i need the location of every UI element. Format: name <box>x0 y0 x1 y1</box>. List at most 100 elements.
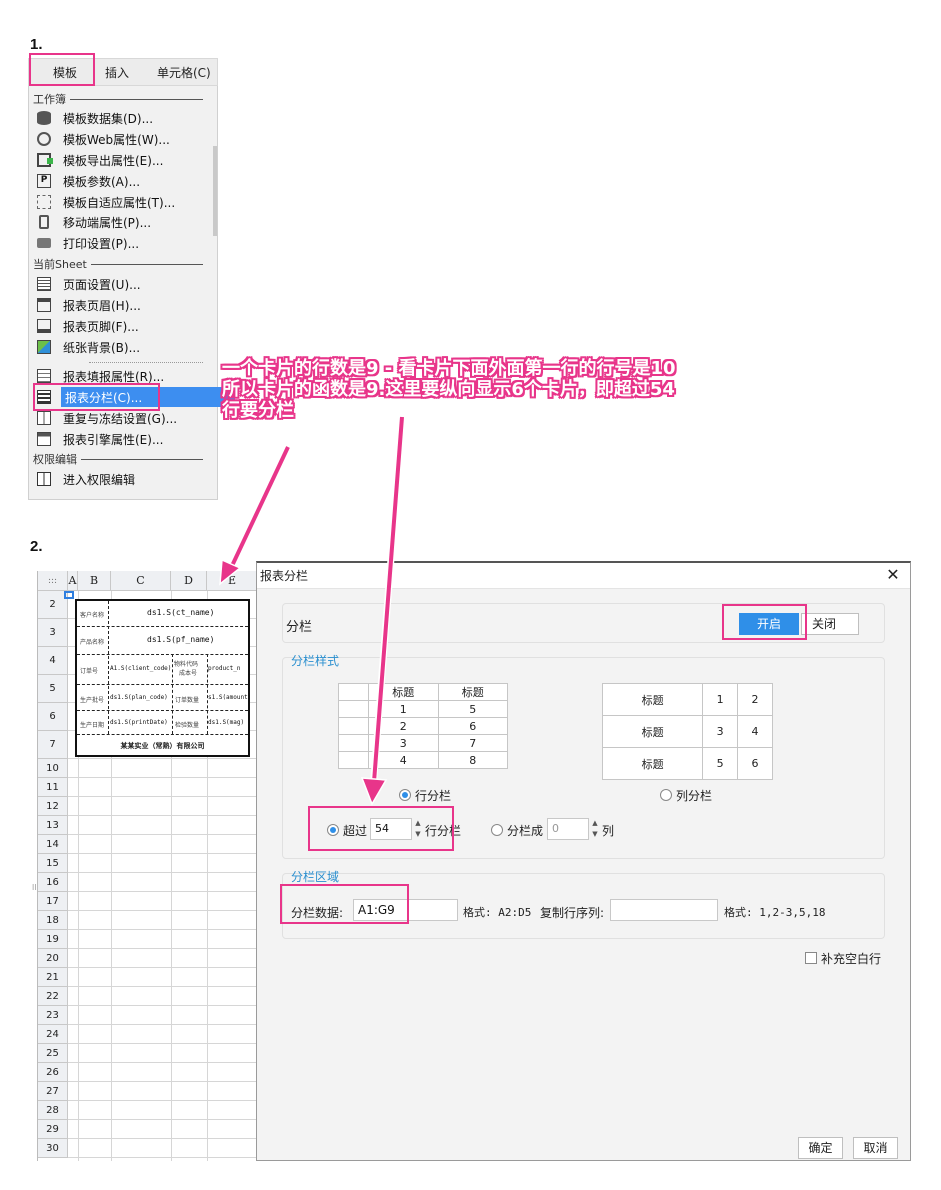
menu-item-freeze[interactable]: 重复与冻结设置(G)... <box>37 408 209 428</box>
card-label: 生产批号 <box>80 697 105 704</box>
menu-item-web-props[interactable]: 模板Web属性(W)... <box>37 129 209 149</box>
card-value: ds1.S(mag) <box>208 719 245 726</box>
style-section-title: 分栏样式 <box>291 654 340 668</box>
row-header[interactable]: 30 <box>38 1139 68 1158</box>
row-header[interactable]: 24 <box>38 1025 68 1044</box>
preview-cell: 标题 <box>601 747 704 780</box>
preview-cell: 1 <box>368 700 439 718</box>
menu-item-print[interactable]: 打印设置(P)... <box>37 233 209 253</box>
header-icon <box>37 298 51 312</box>
row-header[interactable]: 22 <box>38 987 68 1006</box>
row-header[interactable]: 12 <box>38 797 68 816</box>
row-header[interactable]: 7 <box>38 731 68 759</box>
preview-cell: 4 <box>737 715 773 748</box>
selected-cell-a1[interactable] <box>64 591 74 599</box>
row-header[interactable]: 5 <box>38 675 68 703</box>
row-header[interactable]: 4 <box>38 647 68 675</box>
preview-cell: 4 <box>368 751 439 769</box>
menu-item-label: 模板参数(A)... <box>63 174 141 189</box>
row-header[interactable]: 29 <box>38 1120 68 1139</box>
section-fenlan-label: 分栏 <box>286 620 313 635</box>
row-header[interactable]: 15 <box>38 854 68 873</box>
row-header[interactable]: 13 <box>38 816 68 835</box>
row-header[interactable]: 19 <box>38 930 68 949</box>
row-header[interactable]: 28 <box>38 1101 68 1120</box>
menu-insert[interactable]: 插入 <box>99 64 135 81</box>
select-all-corner[interactable]: ::: <box>38 571 68 591</box>
section-sheet-label: 当前Sheet <box>33 258 87 271</box>
close-icon[interactable]: ✕ <box>884 566 902 584</box>
row-header[interactable]: 25 <box>38 1044 68 1063</box>
annotation-line-2: 所以卡片的函数是9.这里要纵向显示6个卡片，即超过54 <box>222 379 675 400</box>
preview-cell: 7 <box>437 734 508 752</box>
menu-divider <box>89 362 203 363</box>
row-header[interactable]: 21 <box>38 968 68 987</box>
adaptive-icon <box>37 195 51 209</box>
row-header[interactable]: 23 <box>38 1006 68 1025</box>
splitter-handle[interactable]: ll <box>32 883 36 892</box>
col-header-d[interactable]: D <box>171 571 207 591</box>
menu-item-params[interactable]: P 模板参数(A)... <box>37 171 209 191</box>
disable-button[interactable]: 关闭 <box>801 613 859 635</box>
background-icon <box>37 340 51 354</box>
col-header-a[interactable]: A <box>68 571 78 591</box>
row-header[interactable]: 26 <box>38 1063 68 1082</box>
split-into-input[interactable]: 0 <box>547 818 589 840</box>
area-section-title: 分栏区域 <box>291 870 340 884</box>
annotation-text: 一个卡片的行数是9 - 看卡片下面外面第一行的行号是10 所以卡片的函数是9.这… <box>222 358 822 421</box>
row-header[interactable]: 6 <box>38 703 68 731</box>
globe-icon <box>37 132 51 146</box>
cancel-button[interactable]: 取消 <box>853 1137 898 1159</box>
row-header[interactable]: 17 <box>38 892 68 911</box>
menu-item-label: 模板导出属性(E)... <box>63 153 164 168</box>
ok-button[interactable]: 确定 <box>798 1137 843 1159</box>
menu-item-label: 纸张背景(B)... <box>63 340 141 355</box>
row-header[interactable]: 16 <box>38 873 68 892</box>
report-card-template: 客户名称 ds1.S(ct_name) 产品名称 ds1.S(pf_name) … <box>75 599 250 757</box>
row-header[interactable]: 11 <box>38 778 68 797</box>
menu-item-adaptive[interactable]: 模板自适应属性(T)... <box>37 192 209 212</box>
row-header[interactable]: 14 <box>38 835 68 854</box>
col-column-radio[interactable] <box>660 789 672 801</box>
menu-item-background[interactable]: 纸张背景(B)... <box>37 337 209 357</box>
annotation-line-1: 一个卡片的行数是9 - 看卡片下面外面第一行的行号是10 <box>222 358 676 379</box>
highlight-enable-button <box>722 604 807 640</box>
row-header[interactable]: 20 <box>38 949 68 968</box>
fill-blank-label: 补充空白行 <box>821 952 882 966</box>
menu-item-footer[interactable]: 报表页脚(F)... <box>37 316 209 336</box>
menu-item-dataset[interactable]: 模板数据集(D)... <box>37 108 209 128</box>
row-header[interactable]: 10 <box>38 759 68 778</box>
mobile-icon <box>39 215 49 229</box>
col-header-e[interactable]: E <box>207 571 257 591</box>
dropdown-scrollbar[interactable] <box>213 146 217 236</box>
menu-item-label: 打印设置(P)... <box>63 236 140 251</box>
preview-header: 标题 <box>437 683 508 701</box>
card-value: ds1.S(pf_name) <box>147 635 215 644</box>
fill-blank-checkbox[interactable] <box>805 952 817 964</box>
col-header-b[interactable]: B <box>78 571 111 591</box>
row-header[interactable]: 18 <box>38 911 68 930</box>
split-into-stepper[interactable]: ▲ ▼ <box>590 818 600 840</box>
menu-item-engine[interactable]: 报表引擎属性(E)... <box>37 429 209 449</box>
menu-item-permission[interactable]: 进入权限编辑 <box>37 469 209 489</box>
menu-item-mobile[interactable]: 移动端属性(P)... <box>37 212 209 232</box>
preview-cell: 标题 <box>601 683 704 716</box>
split-into-radio[interactable] <box>491 824 503 836</box>
row-header[interactable]: 27 <box>38 1082 68 1101</box>
preview-cell: 6 <box>737 747 773 780</box>
column-preview: 标题 1 2 标题 3 4 标题 5 6 <box>601 683 773 780</box>
menu-item-page-setup[interactable]: 页面设置(U)... <box>37 274 209 294</box>
row-column-radio[interactable] <box>399 789 411 801</box>
menu-cell[interactable]: 单元格(C) <box>151 64 217 81</box>
card-value: A1.S(client_code) <box>110 665 172 672</box>
split-into-label: 分栏成 <box>507 824 544 838</box>
template-dropdown-menu: 工作簿 模板数据集(D)... 模板Web属性(W)... 模板导出属性(E).… <box>28 86 235 500</box>
menu-item-label: 报表引擎属性(E)... <box>63 432 164 447</box>
repeat-rows-input[interactable] <box>610 899 718 921</box>
menu-item-export-props[interactable]: 模板导出属性(E)... <box>37 150 209 170</box>
section-permission: 权限编辑 <box>33 452 203 466</box>
row-header[interactable]: 3 <box>38 619 68 647</box>
menu-item-header[interactable]: 报表页眉(H)... <box>37 295 209 315</box>
card-label: 订单号 <box>80 668 99 675</box>
col-header-c[interactable]: C <box>111 571 171 591</box>
